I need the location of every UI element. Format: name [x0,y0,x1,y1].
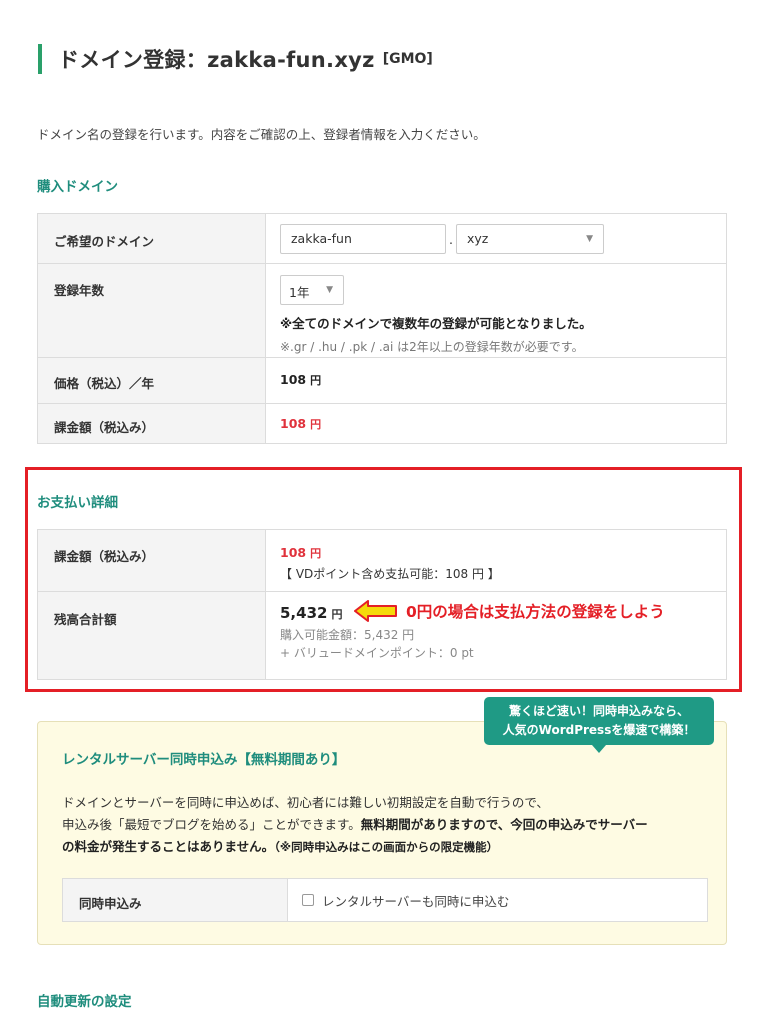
purchase-heading: 購入ドメイン [37,179,118,195]
registrar-tag: [GMO] [382,51,433,67]
bubble-tail [592,745,606,753]
charge-unit: 円 [310,418,322,431]
price-label: 価格（税込）／年 [37,357,266,404]
price-cell: 108 円 [265,357,727,404]
promo-line-2: 申込み後「最短でブログを始める」ことができます。無料期間がありますので、今回の申… [62,814,722,836]
payment-charge-unit: 円 [310,547,322,560]
charge-value: 108 [280,416,307,431]
simultaneous-checkbox-wrap[interactable]: レンタルサーバーも同時に申込む [288,879,523,921]
payment-charge-value: 108 [280,545,307,560]
title-accent-bar [38,44,42,74]
years-value: 1年 [289,285,310,300]
balance-unit: 円 [331,608,343,621]
server-promo-title: レンタルサーバー同時申込み【無料期間あり】 [62,752,346,768]
server-promo-text: ドメインとサーバーを同時に申込めば、初心者には難しい初期設定を自動で行うので、 … [62,792,722,858]
domain-cell: zakka-fun. xyz ▼ [265,213,727,264]
domain-label: ご希望のドメイン [37,213,266,264]
promo-line-2a: 申込み後「最短でブログを始める」ことができます。 [62,817,361,832]
charge-cell: 108 円 [265,403,727,444]
charge-label: 課金額（税込み） [37,403,266,444]
promo-line-2b: 無料期間がありますので、今回の申込みでサーバー [360,817,648,832]
server-checkbox[interactable] [302,894,314,906]
promo-line-3a: の料金が発生することはありません。 [62,839,275,854]
arrow-left-icon [354,600,398,622]
available-amount: 購入可能金額：5,432 円 [280,628,415,642]
years-label: 登録年数 [37,263,266,358]
point-balance: + バリュードメインポイント：0 pt [280,646,474,660]
purchase-table: ご希望のドメイン zakka-fun. xyz ▼ 登録年数 1年 ▼ ※全てのドメイ… [37,213,727,444]
simultaneous-label: 同時申込み [63,879,288,921]
page-title: ドメイン登録：zakka-fun.xyz [GMO] [38,42,433,76]
payment-charge-cell: 108 円 【 VDポイント含め支払可能：108 円 】 [265,529,727,592]
domain-name-input[interactable]: zakka-fun [280,224,446,254]
payment-charge-note: 【 VDポイント含め支払可能：108 円 】 [280,567,500,581]
bubble-line-2: 人気のWordPressを爆速で構築！ [502,723,696,737]
server-checkbox-label[interactable]: レンタルサーバーも同時に申込む [322,891,509,910]
promo-line-3: の料金が発生することはありません。（※同時申込みはこの画面からの限定機能） [62,836,722,858]
years-subnote: ※.gr / .hu / .pk / .ai は2年以上の登録年数が必要です。 [280,340,584,354]
page-title-text: ドメイン登録：zakka-fun.xyz [58,48,375,72]
server-promo-box: レンタルサーバー同時申込み【無料期間あり】 ドメインとサーバーを同時に申込めば、… [37,721,727,945]
price-value: 108 [280,372,307,387]
balance-label: 残高合計額 [37,591,266,680]
tld-select[interactable]: xyz ▼ [456,224,604,254]
years-cell: 1年 ▼ ※全てのドメインで複数年の登録が可能となりました。 ※.gr / .hu… [265,263,727,358]
bubble-line-1: 驚くほど速い！同時申込みなら、 [508,704,689,718]
price-unit: 円 [310,374,322,387]
intro-text: ドメイン名の登録を行います。内容をご確認の上、登録者情報を入力ください。 [37,127,486,142]
promo-line-3b: （※同時申込みはこの画面からの限定機能） [274,840,499,854]
annotation-text: 0円の場合は支払方法の登録をしよう [406,603,665,621]
tld-value: xyz [467,231,489,246]
balance-value: 5,432 [280,604,328,622]
promo-bubble: 驚くほど速い！同時申込みなら、 人気のWordPressを爆速で構築！ [484,697,714,745]
chevron-down-icon: ▼ [326,285,333,295]
years-select[interactable]: 1年 ▼ [280,275,344,305]
years-note: ※全てのドメインで複数年の登録が可能となりました。 [280,316,592,331]
payment-charge-label: 課金額（税込み） [37,529,266,592]
promo-line-1: ドメインとサーバーを同時に申込めば、初心者には難しい初期設定を自動で行うので、 [62,795,549,810]
chevron-down-icon: ▼ [586,234,593,244]
auto-renew-heading: 自動更新の設定 [37,994,132,1010]
simultaneous-row: 同時申込み レンタルサーバーも同時に申込む [62,878,708,922]
payment-heading: お支払い詳細 [37,495,118,511]
domain-dot: . [449,231,453,247]
